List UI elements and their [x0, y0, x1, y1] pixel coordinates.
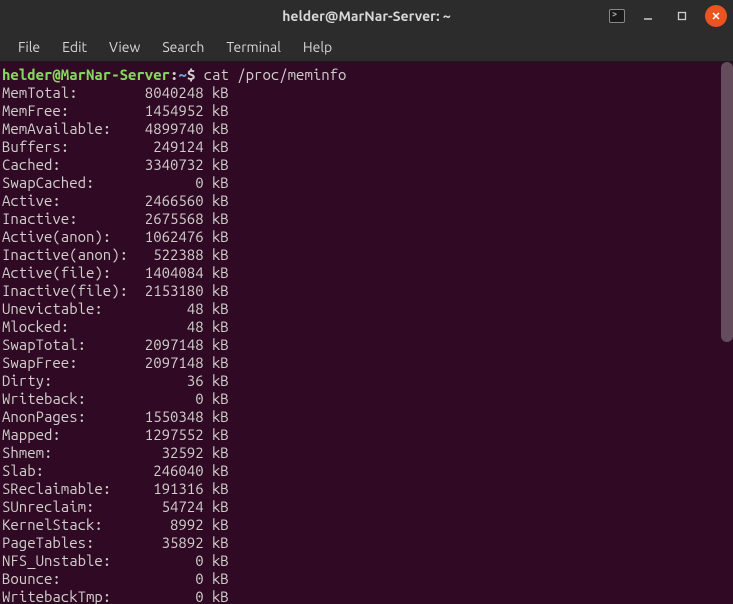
meminfo-line: Buffers: 249124 kB — [2, 138, 731, 156]
window-controls — [637, 5, 727, 27]
meminfo-line: Bounce: 0 kB — [2, 570, 731, 588]
titlebar: helder@MarNar-Server: ~ — [0, 0, 733, 32]
titlebar-extra — [609, 9, 625, 23]
meminfo-line: SwapCached: 0 kB — [2, 174, 731, 192]
meminfo-line: MemFree: 1454952 kB — [2, 102, 731, 120]
meminfo-line: Active: 2466560 kB — [2, 192, 731, 210]
meminfo-line: SReclaimable: 191316 kB — [2, 480, 731, 498]
meminfo-line: MemAvailable: 4899740 kB — [2, 120, 731, 138]
meminfo-line: Inactive: 2675568 kB — [2, 210, 731, 228]
menu-help[interactable]: Help — [293, 36, 342, 58]
menu-view[interactable]: View — [99, 36, 150, 58]
menubar: File Edit View Search Terminal Help — [0, 32, 733, 62]
meminfo-line: Mlocked: 48 kB — [2, 318, 731, 336]
meminfo-line: Dirty: 36 kB — [2, 372, 731, 390]
command-text: cat /proc/meminfo — [204, 66, 347, 83]
meminfo-line: SwapFree: 2097148 kB — [2, 354, 731, 372]
meminfo-line: Active(anon): 1062476 kB — [2, 228, 731, 246]
menu-file[interactable]: File — [8, 36, 50, 58]
meminfo-line: Shmem: 32592 kB — [2, 444, 731, 462]
menu-edit[interactable]: Edit — [52, 36, 97, 58]
meminfo-line: Active(file): 1404084 kB — [2, 264, 731, 282]
scrollbar-thumb[interactable] — [721, 62, 733, 342]
meminfo-line: KernelStack: 8992 kB — [2, 516, 731, 534]
meminfo-line: WritebackTmp: 0 kB — [2, 588, 731, 604]
meminfo-line: Inactive(anon): 522388 kB — [2, 246, 731, 264]
minimize-button[interactable] — [637, 5, 659, 27]
meminfo-output: MemTotal: 8040248 kBMemFree: 1454952 kBM… — [2, 84, 731, 604]
meminfo-line: SwapTotal: 2097148 kB — [2, 336, 731, 354]
meminfo-line: Mapped: 1297552 kB — [2, 426, 731, 444]
meminfo-line: Slab: 246040 kB — [2, 462, 731, 480]
close-button[interactable] — [705, 5, 727, 27]
meminfo-line: NFS_Unstable: 0 kB — [2, 552, 731, 570]
meminfo-line: Writeback: 0 kB — [2, 390, 731, 408]
meminfo-line: Inactive(file): 2153180 kB — [2, 282, 731, 300]
prompt-path: ~ — [178, 66, 186, 83]
meminfo-line: MemTotal: 8040248 kB — [2, 84, 731, 102]
meminfo-line: Cached: 3340732 kB — [2, 156, 731, 174]
menu-search[interactable]: Search — [152, 36, 214, 58]
maximize-button[interactable] — [671, 5, 693, 27]
terminal-output[interactable]: helder@MarNar-Server:~$ cat /proc/meminf… — [0, 62, 733, 604]
prompt-line: helder@MarNar-Server:~$ cat /proc/meminf… — [2, 66, 731, 84]
meminfo-line: SUnreclaim: 54724 kB — [2, 498, 731, 516]
menu-terminal[interactable]: Terminal — [216, 36, 291, 58]
terminal-icon — [609, 9, 625, 23]
meminfo-line: AnonPages: 1550348 kB — [2, 408, 731, 426]
prompt-dollar: $ — [187, 66, 204, 83]
prompt-user-host: helder@MarNar-Server — [2, 66, 170, 83]
window-title: helder@MarNar-Server: ~ — [282, 8, 451, 24]
meminfo-line: PageTables: 35892 kB — [2, 534, 731, 552]
meminfo-line: Unevictable: 48 kB — [2, 300, 731, 318]
